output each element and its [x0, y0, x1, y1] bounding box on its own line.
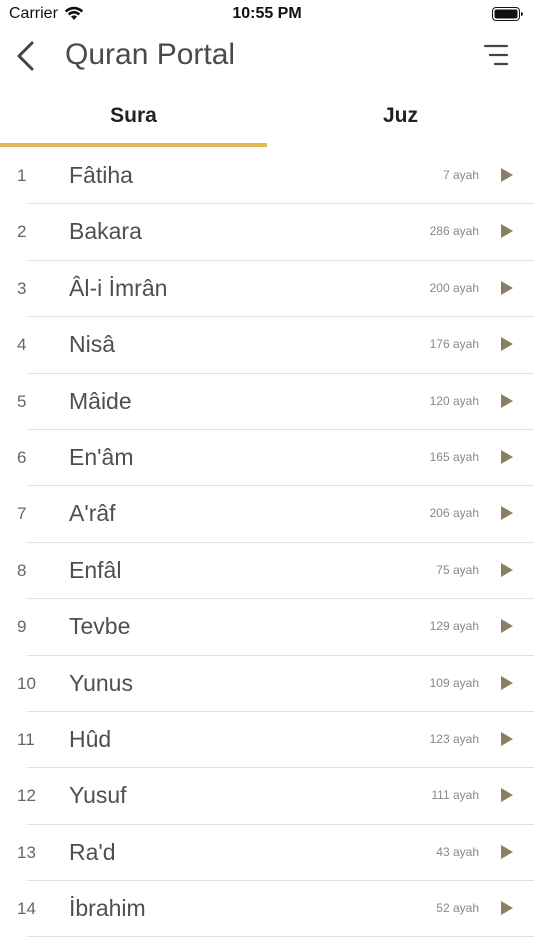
ayah-count: 176 ayah — [429, 337, 479, 352]
play-icon[interactable] — [500, 675, 514, 691]
ayah-count: 206 ayah — [429, 506, 479, 521]
status-bar: Carrier 10:55 PM — [0, 0, 534, 28]
play-icon[interactable] — [500, 562, 514, 578]
sura-number: 5 — [17, 391, 27, 411]
ayah-count: 75 ayah — [436, 562, 479, 577]
list-item[interactable]: 6 En'âm 165 ayah — [0, 430, 534, 487]
tab-bar: Sura Juz — [0, 92, 534, 148]
sura-number: 12 — [17, 786, 36, 806]
play-icon[interactable] — [500, 731, 514, 747]
menu-button[interactable] — [482, 42, 510, 68]
sura-name: Yusuf — [69, 782, 127, 809]
sura-number: 13 — [17, 842, 36, 862]
active-tab-indicator — [0, 143, 267, 147]
sura-number: 7 — [17, 504, 27, 524]
play-icon[interactable] — [500, 167, 514, 183]
ayah-count: 200 ayah — [429, 280, 479, 295]
list-item[interactable]: 13 Ra'd 43 ayah — [0, 825, 534, 882]
sura-name: Nisâ — [69, 331, 116, 358]
list-item[interactable]: 4 Nisâ 176 ayah — [0, 317, 534, 374]
sura-name: Bakara — [69, 218, 142, 245]
navigation-bar: Quran Portal — [0, 30, 534, 82]
list-item[interactable]: 9 Tevbe 129 ayah — [0, 599, 534, 656]
chevron-left-icon — [17, 41, 34, 71]
play-icon[interactable] — [500, 900, 514, 916]
sura-number: 8 — [17, 560, 27, 580]
list-item[interactable]: 3 Âl-i İmrân 200 ayah — [0, 261, 534, 318]
ayah-count: 120 ayah — [429, 393, 479, 408]
ayah-count: 109 ayah — [429, 675, 479, 690]
sura-list: 1 Fâtiha 7 ayah 2 Bakara 286 ayah 3 Âl-i İmrân 2… — [0, 148, 534, 938]
ayah-count: 52 ayah — [436, 901, 479, 916]
list-item[interactable]: 1 Fâtiha 7 ayah — [0, 148, 534, 205]
sura-name: Âl-i İmrân — [69, 274, 168, 301]
back-button[interactable] — [14, 40, 40, 72]
ayah-count: 43 ayah — [436, 844, 479, 859]
list-item[interactable]: 5 Mâide 120 ayah — [0, 374, 534, 430]
sura-name: Tevbe — [69, 613, 131, 640]
list-item[interactable]: 2 Bakara 286 ayah — [0, 204, 534, 261]
play-icon[interactable] — [500, 844, 514, 860]
play-icon[interactable] — [500, 787, 514, 803]
play-icon[interactable] — [500, 449, 514, 465]
list-item[interactable]: 7 A'râf 206 ayah — [0, 486, 534, 543]
sura-name: Yunus — [69, 669, 133, 696]
sort-menu-icon — [483, 44, 509, 66]
sura-name: A'râf — [69, 500, 116, 527]
sura-name: En'âm — [69, 443, 134, 470]
play-icon[interactable] — [500, 280, 514, 296]
play-icon[interactable] — [500, 393, 514, 409]
sura-name: Mâide — [69, 387, 132, 414]
sura-number: 4 — [17, 335, 27, 355]
ayah-count: 129 ayah — [429, 619, 479, 634]
row-divider — [27, 936, 534, 938]
list-item[interactable]: 8 Enfâl 75 ayah — [0, 543, 534, 600]
ayah-count: 123 ayah — [429, 731, 479, 746]
sura-number: 9 — [17, 617, 27, 637]
sura-name: Fâtiha — [69, 162, 133, 188]
tab-juz[interactable]: Juz — [267, 92, 534, 148]
tab-sura[interactable]: Sura — [0, 92, 267, 148]
sura-number: 14 — [17, 899, 36, 919]
sura-number: 2 — [17, 222, 27, 242]
sura-number: 11 — [17, 729, 35, 749]
sura-name: Hûd — [69, 725, 112, 752]
sura-name: İbrahim — [69, 895, 146, 922]
list-item[interactable]: 14 İbrahim 52 ayah — [0, 881, 534, 938]
sura-number: 10 — [17, 673, 36, 693]
ayah-count: 165 ayah — [429, 449, 479, 464]
list-item[interactable]: 10 Yunus 109 ayah — [0, 656, 534, 712]
list-item[interactable]: 11 Hûd 123 ayah — [0, 712, 534, 769]
play-icon[interactable] — [500, 618, 514, 634]
sura-number: 3 — [17, 278, 27, 298]
status-time: 10:55 PM — [232, 5, 302, 22]
battery-icon — [492, 7, 524, 27]
sura-number: 6 — [17, 447, 27, 467]
play-icon[interactable] — [500, 505, 514, 521]
sura-number: 1 — [17, 166, 27, 185]
play-icon[interactable] — [500, 336, 514, 352]
play-icon[interactable] — [500, 223, 514, 239]
sura-name: Enfâl — [69, 556, 122, 583]
sura-name: Ra'd — [69, 838, 116, 865]
ayah-count: 7 ayah — [442, 168, 479, 182]
ayah-count: 286 ayah — [429, 224, 479, 239]
ayah-count: 111 ayah — [431, 788, 479, 803]
page-title: Quran Portal — [65, 38, 236, 71]
list-item[interactable]: 12 Yusuf 111 ayah — [0, 768, 534, 825]
